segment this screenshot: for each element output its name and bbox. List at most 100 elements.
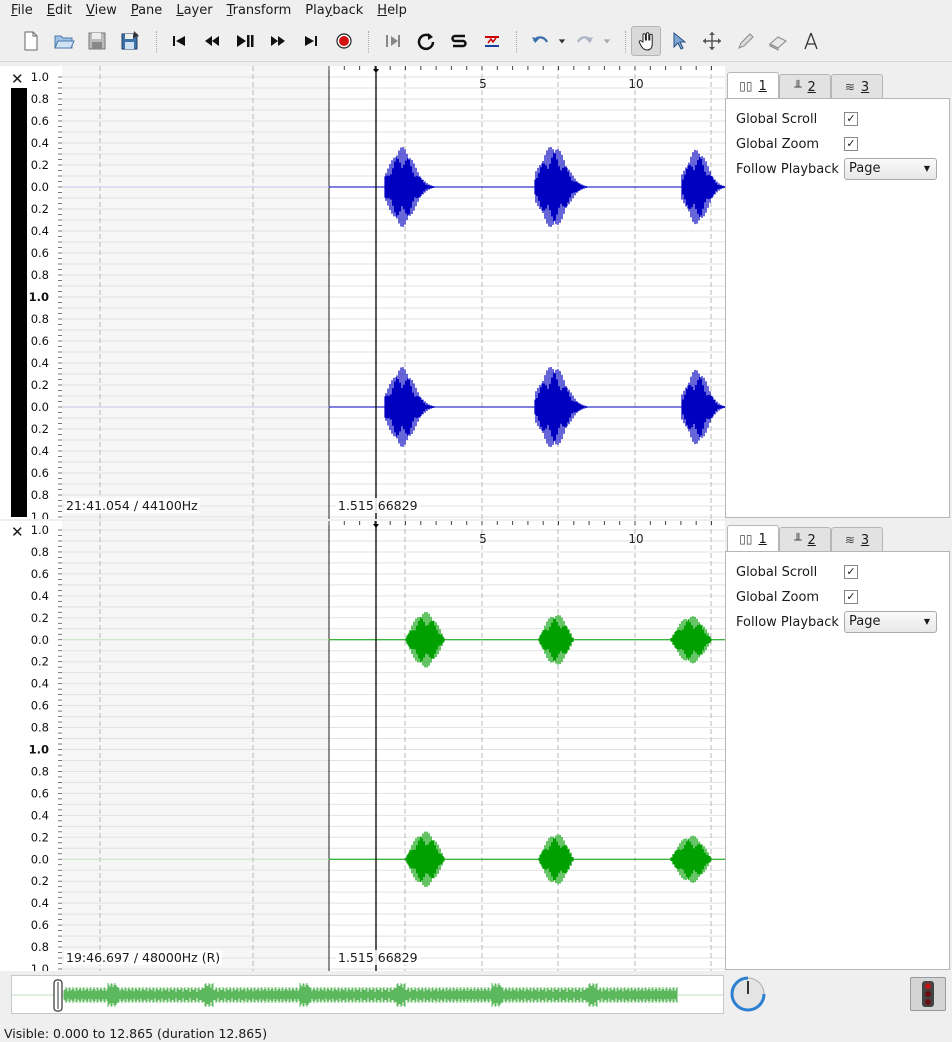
- scale-label: 1.0: [31, 70, 49, 84]
- time-ruler-label: 5: [479, 77, 487, 91]
- new-file-icon[interactable]: [16, 26, 46, 56]
- loop-icon[interactable]: [411, 26, 441, 56]
- rewind-icon[interactable]: [197, 26, 227, 56]
- fast-forward-end-icon[interactable]: [296, 26, 326, 56]
- overview-waveform: [63, 983, 678, 1007]
- global-zoom-label: Global Zoom: [736, 590, 820, 605]
- waveform-burst: [384, 367, 435, 447]
- level-meter: [11, 88, 27, 517]
- scale-label: 0.6: [31, 786, 49, 800]
- align-icon[interactable]: [477, 26, 507, 56]
- scale-label: 0.8: [31, 721, 49, 735]
- scale-label: 0.6: [31, 246, 49, 260]
- erase-icon[interactable]: [763, 26, 793, 56]
- tab-3[interactable]: ≋ 3: [831, 527, 883, 552]
- scale-label: 1.0: [29, 743, 49, 757]
- waveform-burst: [670, 835, 712, 883]
- fast-forward-icon[interactable]: [263, 26, 293, 56]
- menu-layer[interactable]: Layer: [169, 0, 219, 22]
- scale-label: 0.8: [31, 268, 49, 282]
- ruler-tab-icon: ╨: [794, 533, 802, 547]
- navigate-icon[interactable]: [631, 26, 661, 56]
- property-tabs: ▯▯ 1 ╨ 2 ≋ 3: [727, 525, 883, 552]
- global-zoom-label: Global Zoom: [736, 137, 820, 152]
- menu-view[interactable]: View: [79, 0, 124, 22]
- menu-file[interactable]: File: [4, 0, 40, 22]
- pane-2[interactable]: ✕ 1.0 0.8 0.6 0.4 0.2 0.0 0.2 0.4 0.6 0.8 1.0 0.8 0.…: [0, 521, 725, 971]
- scale-label: 0.2: [31, 611, 49, 625]
- scale-label: 0.0: [31, 633, 49, 647]
- menu-edit[interactable]: Edit: [40, 0, 79, 22]
- tab-2[interactable]: ╨ 2: [779, 527, 831, 552]
- scale-label: 1.0: [31, 962, 49, 971]
- tab-1[interactable]: ▯▯ 1: [727, 72, 779, 99]
- redo-icon[interactable]: [570, 26, 600, 56]
- undo-menu-icon[interactable]: [553, 26, 571, 56]
- menu-playback[interactable]: Playback: [298, 0, 370, 22]
- redo-menu-icon[interactable]: [598, 26, 616, 56]
- property-panel: Global Scroll ✓ Global Zoom ✓ Follow Pla…: [725, 551, 950, 970]
- global-zoom-checkbox[interactable]: ✓: [844, 590, 858, 604]
- select-icon[interactable]: [664, 26, 694, 56]
- waveform-burst: [405, 612, 445, 668]
- ruler-tab-icon: ╨: [794, 80, 802, 94]
- save-icon[interactable]: [82, 26, 112, 56]
- pane-tab-icon: ▯▯: [739, 79, 753, 93]
- follow-playback-select[interactable]: Page ▼: [844, 611, 937, 633]
- global-scroll-checkbox[interactable]: ✓: [844, 565, 858, 579]
- pane-tab-icon: ▯▯: [739, 532, 753, 546]
- waveform-view[interactable]: 5 10: [62, 521, 725, 971]
- amplitude-scale: 1.0 0.8 0.6 0.4 0.2 0.0 0.2 0.4 0.6 0.8 1.0 0.8 0.6 0…: [27, 66, 62, 519]
- close-pane-icon[interactable]: ✕: [11, 525, 24, 540]
- scale-label: 0.6: [31, 699, 49, 713]
- tab-1[interactable]: ▯▯ 1: [727, 525, 779, 552]
- waveform-view[interactable]: 5 10: [62, 66, 725, 519]
- measure-icon[interactable]: [796, 26, 826, 56]
- record-icon[interactable]: [329, 26, 359, 56]
- scale-label: 0.8: [31, 92, 49, 106]
- scale-label: 0.8: [31, 545, 49, 559]
- scale-label: 0.2: [31, 655, 49, 669]
- activity-lights-icon[interactable]: [910, 977, 946, 1011]
- menu-pane[interactable]: Pane: [124, 0, 169, 22]
- scale-label: 0.6: [31, 466, 49, 480]
- scale-label: 0.2: [31, 874, 49, 888]
- undo-icon[interactable]: [525, 26, 555, 56]
- move-icon[interactable]: [697, 26, 727, 56]
- play-pause-icon[interactable]: [230, 26, 260, 56]
- chevron-down-icon: ▼: [923, 617, 930, 626]
- pane-1[interactable]: ✕ 1.0 0.8 0.6 0.4 0.2 0.0 0.2 0.4 0.6 0.8 1.0 0.8 0.…: [0, 66, 725, 519]
- open-file-icon[interactable]: [49, 26, 79, 56]
- time-ruler-label: 5: [479, 532, 487, 546]
- scale-label: 0.0: [31, 400, 49, 414]
- tab-2[interactable]: ╨ 2: [779, 74, 831, 99]
- close-pane-icon[interactable]: ✕: [11, 72, 24, 87]
- global-scroll-label: Global Scroll: [736, 565, 818, 580]
- solo-icon[interactable]: [444, 26, 474, 56]
- follow-playback-select[interactable]: Page ▼: [844, 158, 937, 180]
- scale-label: 0.2: [31, 830, 49, 844]
- scale-label: 0.8: [31, 940, 49, 954]
- property-box-2: ▯▯ 1 ╨ 2 ≋ 3 Global Scroll ✓ Global Zoom ✓ …: [725, 525, 950, 970]
- waveform-burst: [681, 149, 725, 225]
- toolbar: [0, 22, 952, 62]
- menu-transform[interactable]: Transform: [220, 0, 299, 22]
- save-as-icon[interactable]: [115, 26, 145, 56]
- chevron-down-icon: ▼: [923, 164, 930, 173]
- waveform-tab-icon: ≋: [844, 80, 855, 94]
- playback-speed-dial[interactable]: [729, 975, 767, 1013]
- menu-help[interactable]: Help: [370, 0, 414, 22]
- amplitude-scale: 1.0 0.8 0.6 0.4 0.2 0.0 0.2 0.4 0.6 0.8 1.0 0.8 0.6 0…: [27, 521, 62, 971]
- rewind-start-icon[interactable]: [164, 26, 194, 56]
- follow-playback-label: Follow Playback: [736, 162, 839, 177]
- global-zoom-checkbox[interactable]: ✓: [844, 137, 858, 151]
- scale-label: 1.0: [31, 510, 49, 519]
- constrain-playback-icon[interactable]: [378, 26, 408, 56]
- global-scroll-checkbox[interactable]: ✓: [844, 112, 858, 126]
- playhead-readout: 1.515 66829: [336, 498, 420, 513]
- tab-3[interactable]: ≋ 3: [831, 74, 883, 99]
- menubar: File Edit View Pane Layer Transform Playback He…: [0, 0, 952, 22]
- overview-pane[interactable]: [11, 975, 724, 1014]
- scale-label: 0.8: [31, 488, 49, 502]
- draw-icon[interactable]: [730, 26, 760, 56]
